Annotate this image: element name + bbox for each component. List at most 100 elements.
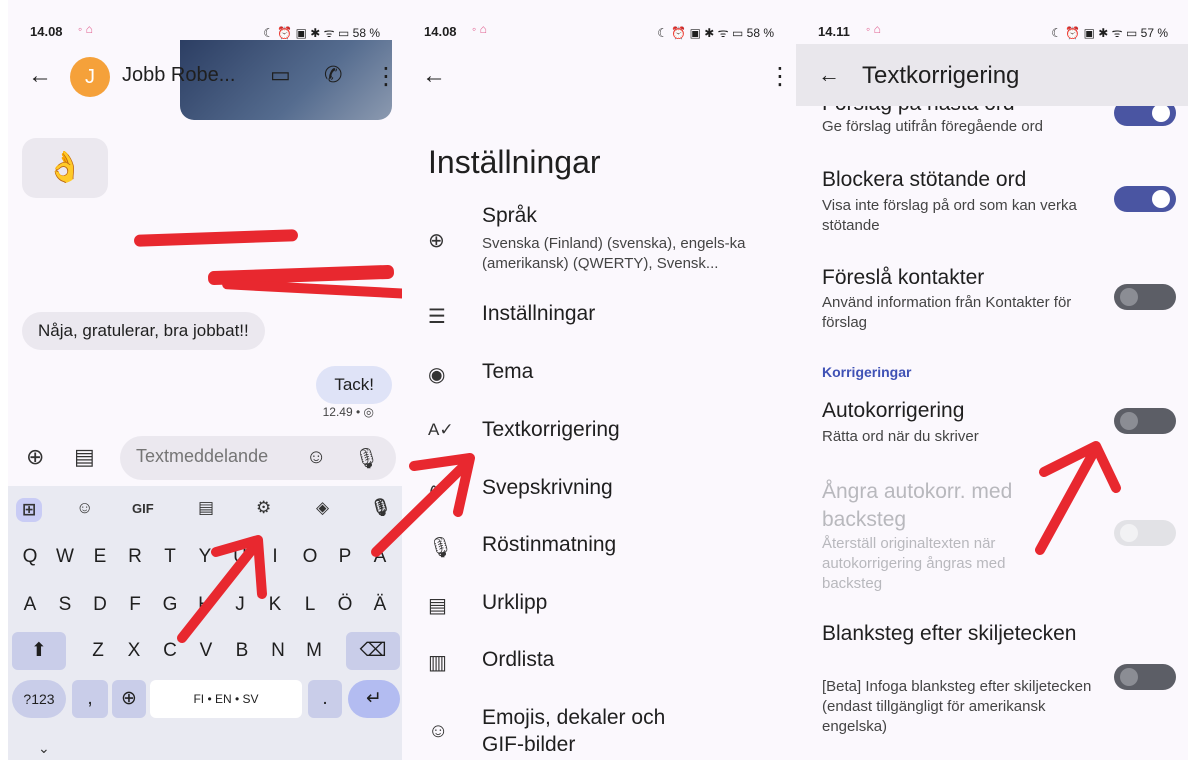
settings-item-dictionary[interactable]: ▥ Ordlista xyxy=(402,648,796,678)
gif-button[interactable]: GIF xyxy=(132,501,154,516)
status-bar: 14.08 ◦ ⌂ ☾ ⏰ ▣ ✱ ᯤ ▭ 58 % xyxy=(8,20,402,42)
status-icons: ☾ ⏰ ▣ ✱ ᯤ ▭ 57 % xyxy=(1051,26,1168,40)
key[interactable]: B xyxy=(226,632,258,670)
emoji-icon[interactable]: ☺ xyxy=(306,446,326,469)
key[interactable]: Ä xyxy=(364,586,396,624)
settings-item-text-correction[interactable]: A✓ Textkorrigering xyxy=(402,418,796,448)
language-globe-icon[interactable]: ⊕ xyxy=(112,680,146,718)
emoji-comma-key[interactable]: , xyxy=(72,680,108,718)
toggle-suggest-contacts[interactable] xyxy=(1114,284,1176,310)
toggle-knob xyxy=(1152,104,1170,122)
clipboard-icon[interactable]: ▤ xyxy=(198,498,214,518)
page-title: Textkorrigering xyxy=(862,62,1020,89)
add-attachment-icon[interactable]: ⊕ xyxy=(26,444,44,470)
key[interactable]: J xyxy=(224,586,256,624)
back-arrow-icon[interactable]: ← xyxy=(818,62,840,88)
settings-item-theme[interactable]: ◉ Tema xyxy=(402,360,796,390)
key[interactable]: H xyxy=(189,586,221,624)
status-bar: 14.08 ◦ ⌂ ☾ ⏰ ▣ ✱ ᯤ ▭ 58 % xyxy=(402,20,796,42)
settings-item-emojis[interactable]: ☺ Emojis, dekaler och GIF-bilder xyxy=(402,706,796,760)
key[interactable]: Å xyxy=(364,538,396,576)
pref-suggest-contacts-title: Föreslå kontakter xyxy=(822,266,985,289)
incoming-message[interactable]: Nåja, gratulerar, bra jobbat!! xyxy=(22,312,265,350)
phone-icon[interactable]: ✆ xyxy=(324,62,342,88)
page-title: Inställningar xyxy=(428,144,601,180)
outgoing-message[interactable]: Tack! xyxy=(316,366,392,404)
gallery-icon[interactable]: ▤ xyxy=(74,444,95,470)
palette-icon: ◉ xyxy=(428,364,446,386)
period-key[interactable]: . xyxy=(308,680,342,718)
key[interactable]: G xyxy=(154,586,186,624)
key[interactable]: X xyxy=(118,632,150,670)
key[interactable]: W xyxy=(49,538,81,576)
key[interactable]: V xyxy=(190,632,222,670)
key[interactable]: U xyxy=(224,538,256,576)
key[interactable]: F xyxy=(119,586,151,624)
shift-key[interactable]: ⬆ xyxy=(12,632,66,670)
theme-palette-icon[interactable]: ◈ xyxy=(316,498,329,518)
key[interactable]: Y xyxy=(189,538,221,576)
enter-key[interactable]: ↵ xyxy=(348,680,400,718)
back-arrow-icon[interactable]: ← xyxy=(28,62,52,90)
video-call-icon[interactable]: ▭ xyxy=(270,62,291,88)
key[interactable]: Q xyxy=(14,538,46,576)
settings-gear-icon[interactable]: ⚙ xyxy=(256,498,271,518)
key[interactable]: L xyxy=(294,586,326,624)
settings-item-preferences[interactable]: ☰ Inställningar xyxy=(402,302,796,332)
settings-item-label: Urklipp xyxy=(482,591,548,614)
pref-suggest-contacts-subtitle: Använd information från Kontakter för fö… xyxy=(822,294,1072,331)
toggle-space-after-punctuation[interactable] xyxy=(1114,664,1176,690)
key[interactable]: M xyxy=(298,632,330,670)
key[interactable]: A xyxy=(14,586,46,624)
key[interactable]: E xyxy=(84,538,116,576)
voice-input-icon[interactable]: 🎙 xyxy=(370,498,392,518)
sticker-icon[interactable]: ☺ xyxy=(76,498,93,518)
key[interactable]: I xyxy=(259,538,291,576)
text-correction-panel: 14.11 ◦ ⌂ ☾ ⏰ ▣ ✱ ᯤ ▭ 57 % Förslag på nä… xyxy=(796,0,1188,760)
status-time: 14.11 xyxy=(818,24,850,39)
key[interactable]: S xyxy=(49,586,81,624)
key[interactable]: C xyxy=(154,632,186,670)
apps-grid-icon[interactable]: ⊞ xyxy=(16,498,43,522)
toggle-knob xyxy=(1152,190,1170,208)
avatar[interactable]: J xyxy=(70,57,110,97)
compose-field[interactable]: ☺ 🎙 xyxy=(120,436,396,480)
key[interactable]: N xyxy=(262,632,294,670)
toggle-knob xyxy=(1120,412,1138,430)
contact-name[interactable]: Jobb Robe... xyxy=(122,64,235,87)
settings-item-swipe-typing[interactable]: ∿ Svepskrivning xyxy=(402,476,796,506)
status-icons: ☾ ⏰ ▣ ✱ ᯤ ▭ 58 % xyxy=(263,26,380,40)
toggle-autocorrect[interactable] xyxy=(1114,408,1176,434)
settings-item-voice-input[interactable]: 🎙 Röstinmatning xyxy=(402,533,796,563)
status-time: 14.08 xyxy=(30,24,63,39)
key[interactable]: Z xyxy=(82,632,114,670)
globe-icon: ⊕ xyxy=(428,230,445,252)
numbers-switch-key[interactable]: ?123 xyxy=(12,680,66,718)
microphone-icon[interactable]: 🎙 xyxy=(354,446,379,471)
key[interactable]: R xyxy=(119,538,151,576)
more-options-icon[interactable]: ⋮ xyxy=(374,62,398,91)
key[interactable]: T xyxy=(154,538,186,576)
status-icons: ☾ ⏰ ▣ ✱ ᯤ ▭ 58 % xyxy=(657,26,774,40)
dictionary-icon: ▥ xyxy=(428,652,447,674)
more-options-icon[interactable]: ⋮ xyxy=(768,62,792,91)
pref-next-word-subtitle: Ge förslag utifrån föregående ord xyxy=(822,118,1043,135)
toggle-block-offensive[interactable] xyxy=(1114,186,1176,212)
key[interactable]: P xyxy=(329,538,361,576)
message-input[interactable] xyxy=(136,446,306,467)
key[interactable]: D xyxy=(84,586,116,624)
settings-item-language[interactable]: ⊕ Språk Svenska (Finland) (svenska), eng… xyxy=(402,204,796,274)
backspace-key[interactable]: ⌫ xyxy=(346,632,400,670)
status-time: 14.08 xyxy=(424,24,457,39)
settings-item-clipboard[interactable]: ▤ Urklipp xyxy=(402,591,796,621)
key[interactable]: Ö xyxy=(329,586,361,624)
toggle-undo-autocorrect[interactable] xyxy=(1114,520,1176,546)
emoji-message[interactable]: 👌 xyxy=(22,138,108,198)
pref-autocorrect-subtitle: Rätta ord när du skriver xyxy=(822,428,979,445)
key[interactable]: K xyxy=(259,586,291,624)
clipboard-icon: ▤ xyxy=(428,595,447,617)
back-arrow-icon[interactable]: ← xyxy=(422,62,446,90)
collapse-keyboard-icon[interactable]: ⌄ xyxy=(38,740,50,757)
space-bar[interactable]: FI • EN • SV xyxy=(150,680,302,718)
key[interactable]: O xyxy=(294,538,326,576)
